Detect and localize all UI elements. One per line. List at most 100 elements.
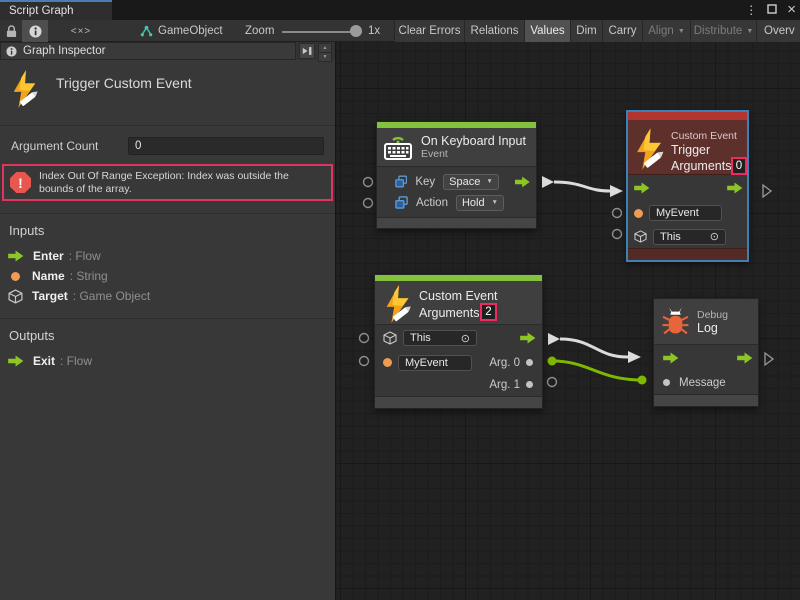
arguments-count-box[interactable]: 0 bbox=[731, 157, 747, 175]
event-name-row: MyEvent bbox=[628, 201, 747, 225]
keyboard-icon bbox=[383, 134, 413, 161]
flow-out-marker[interactable] bbox=[765, 353, 773, 365]
node-custom-event[interactable]: Custom Event Arguments 2 This⊙ MyEvent bbox=[374, 274, 543, 409]
maximize-icon[interactable] bbox=[767, 0, 777, 20]
error-message-box: ! Index Out Of Range Exception: Index wa… bbox=[2, 164, 333, 201]
argument-count-field[interactable]: 0 bbox=[128, 137, 324, 155]
inputs-heading: Inputs bbox=[0, 214, 335, 240]
keycode-icon bbox=[395, 196, 408, 209]
lock-icon[interactable] bbox=[2, 20, 20, 42]
values-button[interactable]: Values bbox=[524, 20, 570, 42]
inspector-header-title: Graph Inspector bbox=[23, 45, 105, 57]
keycode-icon bbox=[395, 175, 407, 188]
graph-canvas[interactable]: On Keyboard Input Event Key Space▼ Act bbox=[336, 42, 800, 600]
graph-inspector-panel: Graph Inspector ▲ ▼ bbox=[0, 42, 336, 600]
input-row-target: Target: Game Object bbox=[0, 286, 335, 306]
node-footer bbox=[375, 396, 542, 408]
dock-panel-button[interactable] bbox=[299, 43, 315, 59]
flow-out-marker[interactable] bbox=[763, 185, 771, 197]
outputs-heading: Outputs bbox=[0, 319, 335, 345]
tab-script-graph[interactable]: Script Graph bbox=[0, 0, 112, 20]
chevron-down-icon: ▼ bbox=[678, 28, 685, 35]
string-port[interactable] bbox=[634, 209, 643, 218]
wire-keyboard-to-trigger[interactable] bbox=[542, 176, 623, 197]
event-name-field[interactable]: MyEvent bbox=[398, 355, 472, 371]
align-button[interactable]: Align▼ bbox=[642, 20, 690, 42]
arg1-port[interactable] bbox=[526, 381, 533, 388]
error-color-bar bbox=[628, 112, 747, 120]
zoom-slider-knob[interactable] bbox=[350, 25, 362, 37]
node-kind: Debug bbox=[697, 309, 728, 321]
message-port[interactable] bbox=[663, 379, 670, 386]
bug-icon bbox=[662, 307, 689, 337]
clear-errors-button[interactable]: Clear Errors bbox=[394, 20, 464, 42]
carry-button[interactable]: Carry bbox=[602, 20, 642, 42]
close-icon[interactable]: × bbox=[787, 0, 796, 20]
node-debug-log[interactable]: Debug Log Message bbox=[653, 298, 759, 407]
action-dropdown[interactable]: Hold▼ bbox=[456, 195, 504, 211]
wire-arg0-to-message[interactable] bbox=[548, 357, 647, 385]
input-row-name: Name: String bbox=[0, 266, 335, 286]
flow-port-icon bbox=[8, 355, 24, 367]
flow-in-port[interactable] bbox=[634, 182, 650, 194]
flow-out-port[interactable] bbox=[737, 352, 753, 364]
dim-button[interactable]: Dim bbox=[570, 20, 602, 42]
target-field[interactable]: This⊙ bbox=[403, 330, 477, 346]
flow-row bbox=[654, 345, 758, 371]
string-port-icon bbox=[11, 272, 20, 281]
info-toggle-button[interactable] bbox=[22, 20, 48, 42]
unity-visual-scripting-window: Script Graph ⋮ × <×> GameObject Zoom 1x … bbox=[0, 0, 800, 600]
distribute-button[interactable]: Distribute▼ bbox=[690, 20, 756, 42]
output-row-exit: Exit: Flow bbox=[0, 351, 335, 371]
arg0-port[interactable] bbox=[526, 359, 533, 366]
code-view-icon[interactable]: <×> bbox=[62, 20, 100, 42]
overview-button[interactable]: Overv bbox=[756, 20, 800, 42]
cube-icon[interactable] bbox=[634, 230, 647, 243]
message-label: Message bbox=[679, 377, 726, 389]
relations-button[interactable]: Relations bbox=[464, 20, 524, 42]
flow-out-port[interactable] bbox=[515, 176, 530, 188]
flow-port-icon bbox=[8, 250, 24, 262]
cube-icon[interactable] bbox=[383, 331, 397, 345]
flow-out-port[interactable] bbox=[520, 332, 536, 344]
node-trigger-custom-event[interactable]: Custom Event Trigger Arguments 0 MyEvent bbox=[626, 110, 749, 262]
gameobject-label: GameObject bbox=[158, 20, 223, 42]
graph-inspector-header: Graph Inspector bbox=[0, 42, 296, 60]
node-on-keyboard-input[interactable]: On Keyboard Input Event Key Space▼ Act bbox=[376, 121, 537, 229]
error-icon: ! bbox=[10, 172, 31, 193]
target-row: This⊙ bbox=[628, 225, 747, 248]
graph-toolbar: <×> GameObject Zoom 1x Clear Errors Rela… bbox=[0, 20, 800, 42]
spinner-up-button[interactable]: ▲ bbox=[318, 43, 332, 53]
info-icon bbox=[6, 46, 17, 57]
node-footer bbox=[654, 394, 758, 406]
error-message-text: Index Out Of Range Exception: Index was … bbox=[39, 170, 325, 196]
spinner-down-button[interactable]: ▼ bbox=[318, 53, 332, 62]
input-row-enter: Enter: Flow bbox=[0, 246, 335, 266]
event-name-row: MyEvent Arg. 0 bbox=[375, 351, 542, 374]
object-picker-icon[interactable]: ⊙ bbox=[710, 230, 719, 243]
flow-in-port[interactable] bbox=[663, 352, 679, 364]
arguments-label: Arguments bbox=[671, 159, 731, 173]
zoom-label: Zoom bbox=[245, 20, 274, 42]
action-row: Action Hold▼ bbox=[377, 192, 536, 213]
key-dropdown[interactable]: Space▼ bbox=[443, 174, 499, 190]
node-title: Trigger bbox=[671, 143, 710, 157]
chevron-down-icon: ▼ bbox=[492, 199, 498, 206]
key-row: Key Space▼ bbox=[377, 171, 536, 192]
cube-icon bbox=[8, 289, 23, 304]
inspector-node-title: Trigger Custom Event bbox=[56, 70, 192, 91]
arguments-count-box[interactable]: 2 bbox=[480, 303, 497, 321]
node-title: Log bbox=[697, 321, 728, 335]
message-row: Message bbox=[654, 371, 758, 394]
object-picker-icon[interactable]: ⊙ bbox=[461, 332, 470, 345]
window-menu-icon[interactable]: ⋮ bbox=[745, 0, 757, 20]
flow-out-port[interactable] bbox=[727, 182, 743, 194]
arguments-label: Arguments bbox=[419, 306, 479, 320]
string-port[interactable] bbox=[383, 358, 392, 367]
target-field[interactable]: This⊙ bbox=[653, 229, 726, 245]
dock-right-icon bbox=[302, 46, 313, 56]
wire-customevent-to-debug[interactable] bbox=[548, 333, 641, 363]
event-name-field[interactable]: MyEvent bbox=[649, 205, 722, 221]
node-title: On Keyboard Input bbox=[421, 134, 526, 148]
node-subtitle: Event bbox=[421, 148, 526, 160]
